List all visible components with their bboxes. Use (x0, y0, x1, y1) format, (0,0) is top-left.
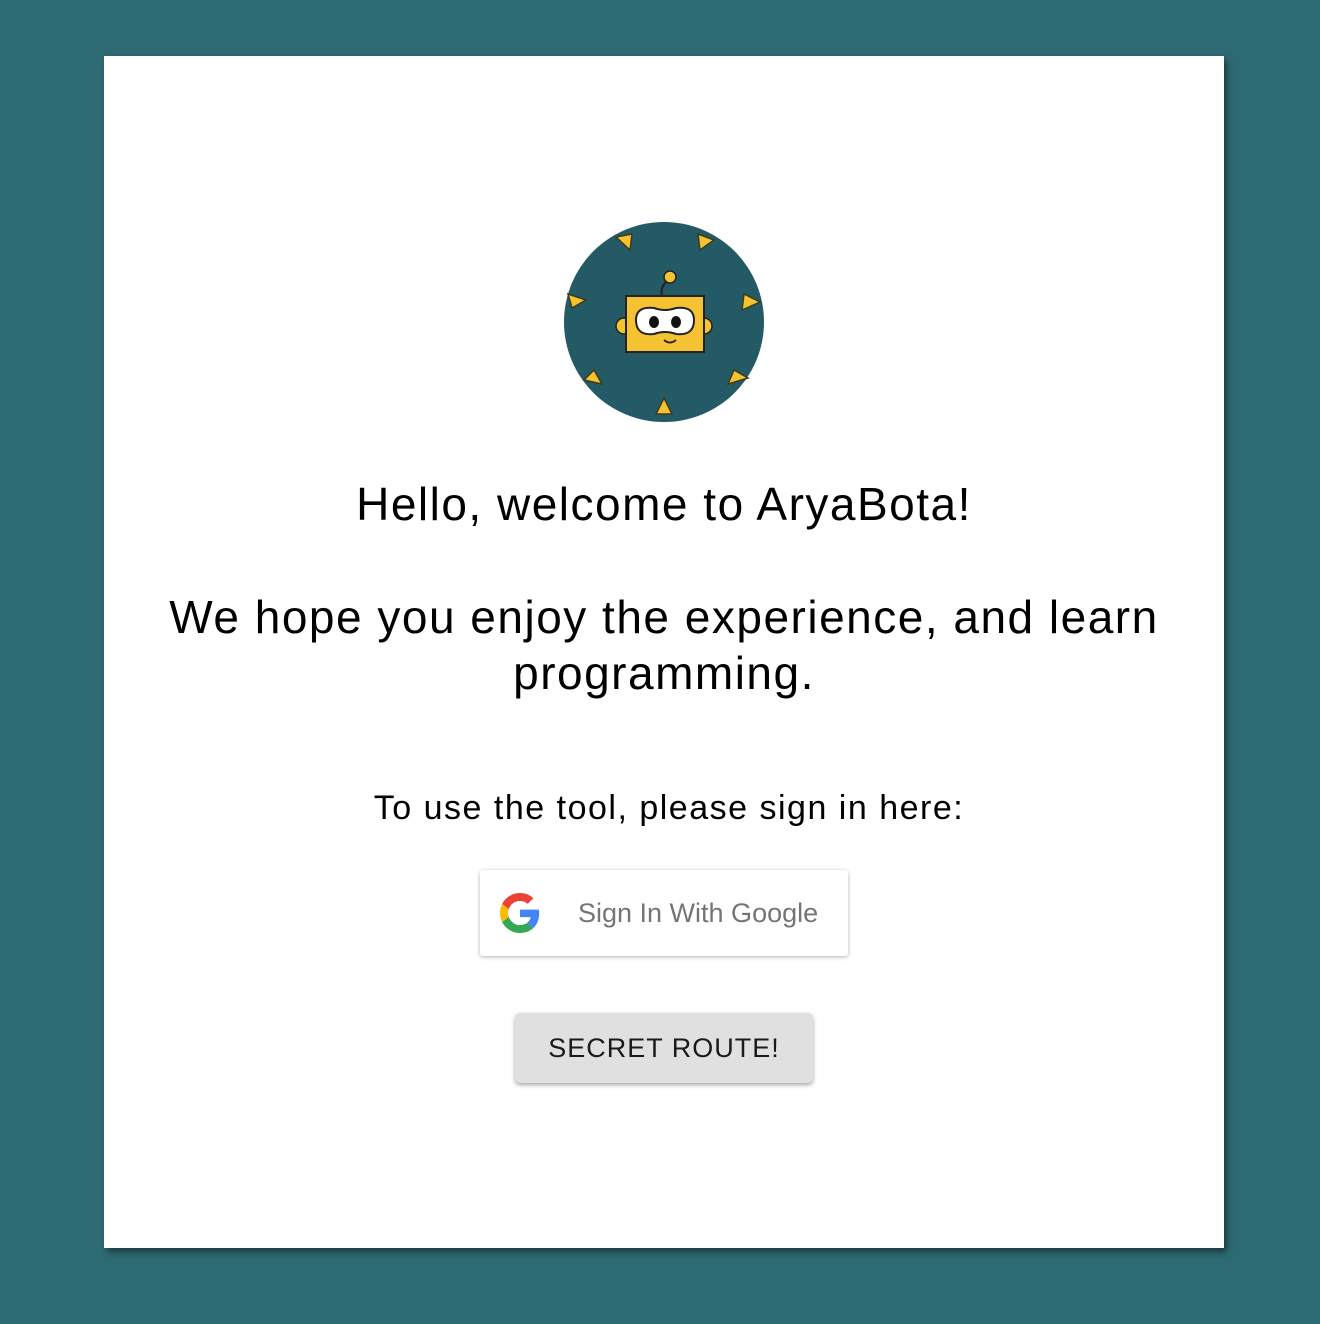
login-card: Hello, welcome to AryaBota! We hope you … (104, 56, 1224, 1248)
welcome-heading: Hello, welcome to AryaBota! (356, 478, 972, 530)
aryabota-robot-logo-icon (564, 222, 764, 422)
signin-prompt: To use the tool, please sign in here: (373, 789, 965, 827)
secret-route-button[interactable]: SECRET ROUTE! (515, 1013, 813, 1083)
google-signin-button[interactable]: Sign In With Google (480, 870, 848, 956)
google-signin-label: Sign In With Google (578, 898, 819, 928)
google-g-icon (500, 893, 540, 933)
welcome-subtitle: We hope you enjoy the experience, and le… (169, 591, 1159, 699)
